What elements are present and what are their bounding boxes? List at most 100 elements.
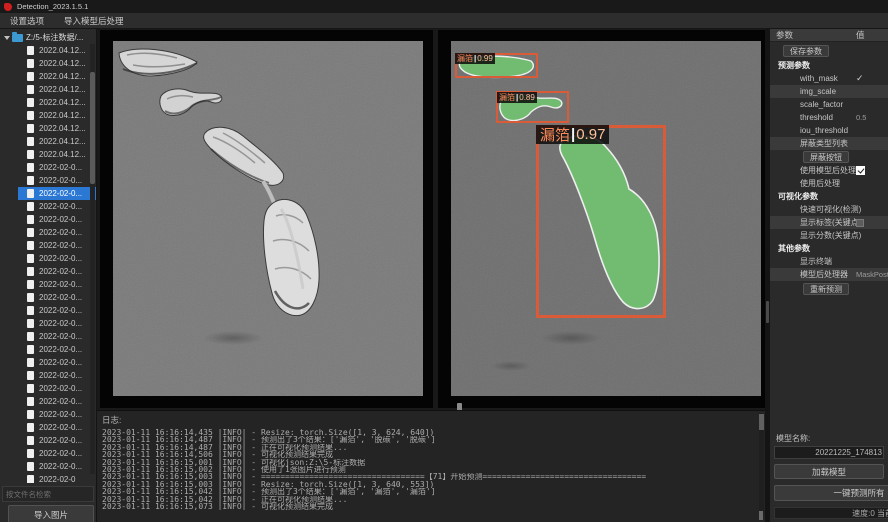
tree-item[interactable]: 2022-02-0... (0, 317, 96, 330)
tree-item[interactable]: 2022-02-0... (0, 213, 96, 226)
param-row-quick-vis[interactable]: 快速可视化(检测) (770, 203, 888, 216)
file-icon (27, 85, 34, 94)
param-row-img-scale[interactable]: img_scale (770, 85, 888, 98)
model-name-field[interactable]: 20221225_174813 (774, 446, 884, 459)
tree-item-label: 2022.04.12... (39, 72, 86, 81)
expander-icon[interactable] (4, 36, 10, 40)
file-icon (27, 280, 34, 289)
file-icon (27, 358, 34, 367)
log-line: 2023-01-11 16:16:14,435 |INFO| - Resize:… (102, 429, 765, 436)
tree-item[interactable]: 2022-02-0... (0, 369, 96, 382)
menu-settings[interactable]: 设置选项 (0, 15, 54, 27)
tree-item[interactable]: 2022-02-0... (0, 291, 96, 304)
log-line: 2023-01-11 16:16:15,073 |INFO| - 可视化预测结果… (102, 503, 765, 510)
tree-item[interactable]: 2022.04.12... (0, 44, 96, 57)
file-icon (27, 397, 34, 406)
predicted-image: 漏箔|0.99 漏箔|0.89 漏箔|0.97 (451, 41, 761, 396)
tree-item[interactable]: 2022-02-0... (0, 447, 96, 460)
file-icon (27, 345, 34, 354)
tree-item-label: 2022-02-0... (39, 345, 82, 354)
param-row-show-label[interactable]: 显示标签(关键点) (770, 216, 888, 229)
predict-all-button[interactable]: 一键预测所有 (774, 485, 888, 501)
original-image-panel[interactable] (100, 30, 433, 408)
file-icon (27, 371, 34, 380)
mask-button[interactable]: 屏蔽按钮 (803, 151, 849, 163)
tree-item[interactable]: 2022-02-0... (0, 382, 96, 395)
tree-item[interactable]: 2022-02-0... (18, 187, 96, 200)
tree-item[interactable]: 2022.04.12... (0, 109, 96, 122)
param-row-model-post-processor[interactable]: 模型后处理器 MaskPostPro (770, 268, 888, 281)
param-row-iou-threshold[interactable]: iou_threshold (770, 124, 888, 137)
menu-import-model-post[interactable]: 导入模型后处理 (54, 15, 134, 27)
param-row-use-post[interactable]: 使用后处理 (770, 177, 888, 190)
tree-item[interactable]: 2022-02-0... (0, 330, 96, 343)
load-model-button[interactable]: 加载模型 (774, 464, 884, 479)
file-icon (27, 137, 34, 146)
tree-item[interactable]: 2022.04.12... (0, 57, 96, 70)
tree-item[interactable]: 2022-02-0 (0, 473, 96, 483)
param-row-show-score[interactable]: 显示分数(关键点) (770, 229, 888, 242)
model-section: 模型名称: 20221225_174813 加载模型 一键预测所有 速度:0 当… (770, 433, 888, 522)
file-icon (27, 241, 34, 250)
tree-item[interactable]: 2022-02-0... (0, 161, 96, 174)
tree-item[interactable]: 2022.04.12... (0, 96, 96, 109)
tree-item-label: 2022-02-0... (39, 267, 82, 276)
param-row-scale-factor[interactable]: scale_factor (770, 98, 888, 111)
tree-item[interactable]: 2022-02-0... (0, 395, 96, 408)
tree-root-folder[interactable]: Z:/5-标注数据/... (0, 31, 96, 44)
tree-item[interactable]: 2022.04.12... (0, 122, 96, 135)
import-images-button[interactable]: 导入图片 (8, 505, 94, 522)
checkbox-checked-icon[interactable] (856, 166, 865, 175)
tree-item-label: 2022.04.12... (39, 59, 86, 68)
param-row-with-mask[interactable]: with_mask ✓ (770, 72, 888, 85)
tree-item[interactable]: 2022-02-0... (0, 252, 96, 265)
tree-item[interactable]: 2022.04.12... (0, 135, 96, 148)
re-predict-button[interactable]: 重新预测 (803, 283, 849, 295)
log-resize-grip[interactable] (759, 511, 763, 520)
tree-item[interactable]: 2022-02-0... (0, 265, 96, 278)
filename-filter-input[interactable] (2, 486, 94, 502)
tree-item[interactable]: 2022-02-0... (0, 421, 96, 434)
tree-item[interactable]: 2022-02-0... (0, 226, 96, 239)
param-row-use-model-post[interactable]: 使用模型后处理 (770, 164, 888, 177)
title-bar: Detection_2023.1.5.1 (0, 0, 888, 13)
param-row-show-terminal[interactable]: 显示终端 (770, 255, 888, 268)
tree-item[interactable]: 2022-02-0... (0, 174, 96, 187)
tree-item[interactable]: 2022-02-0... (0, 239, 96, 252)
log-line: 2023-01-11 16:16:15,042 |INFO| - 正在可视化预测… (102, 496, 765, 503)
tree-item-label: 2022.04.12... (39, 98, 86, 107)
tree-item[interactable]: 2022.04.12... (0, 83, 96, 96)
tree-item[interactable]: 2022.04.12... (0, 70, 96, 83)
log-scrollbar-thumb[interactable] (759, 414, 764, 430)
splitter-grip[interactable] (766, 301, 769, 323)
param-row-threshold[interactable]: threshold 0.5 (770, 111, 888, 124)
tree-item-label: 2022-02-0... (39, 228, 82, 237)
tree-item-label: 2022-02-0... (39, 280, 82, 289)
tree-item[interactable]: 2022-02-0... (0, 200, 96, 213)
tree-item[interactable]: 2022-02-0... (0, 304, 96, 317)
tree-item[interactable]: 2022-02-0... (0, 460, 96, 473)
tree-item-label: 2022.04.12... (39, 85, 86, 94)
file-icon (27, 189, 34, 198)
tree-scrollbar-thumb[interactable] (90, 72, 95, 184)
tree-item[interactable]: 2022-02-0... (0, 434, 96, 447)
tree-scrollbar[interactable] (90, 44, 95, 474)
log-line: 2023-01-11 16:16:15,002 |INFO| - 使用了1张图片… (102, 466, 765, 473)
prediction-image-panel[interactable]: 漏箔|0.99 漏箔|0.89 漏箔|0.97 (438, 30, 771, 408)
tree-item[interactable]: 2022-02-0... (0, 356, 96, 369)
file-tree-panel: Z:/5-标注数据/... 2022.04.12... 2022.04.12..… (0, 29, 97, 522)
detection-label-3: 漏箔|0.97 (536, 125, 609, 144)
file-icon (27, 98, 34, 107)
detection-box-3 (536, 125, 666, 318)
tree-item-label: 2022-02-0... (39, 358, 82, 367)
param-row-mask-type-list[interactable]: 屏蔽类型列表 (770, 137, 888, 150)
checkbox-empty-icon[interactable] (856, 219, 864, 227)
log-scrollbar[interactable] (759, 413, 764, 517)
tree-item[interactable]: 2022.04.12... (0, 148, 96, 161)
save-params-button[interactable]: 保存参数 (783, 45, 829, 57)
tree-item[interactable]: 2022-02-0... (0, 343, 96, 356)
tree-item[interactable]: 2022-02-0... (0, 278, 96, 291)
tree-item-label: 2022-02-0... (39, 423, 82, 432)
tree-item-label: 2022.04.12... (39, 150, 86, 159)
tree-item[interactable]: 2022-02-0... (0, 408, 96, 421)
